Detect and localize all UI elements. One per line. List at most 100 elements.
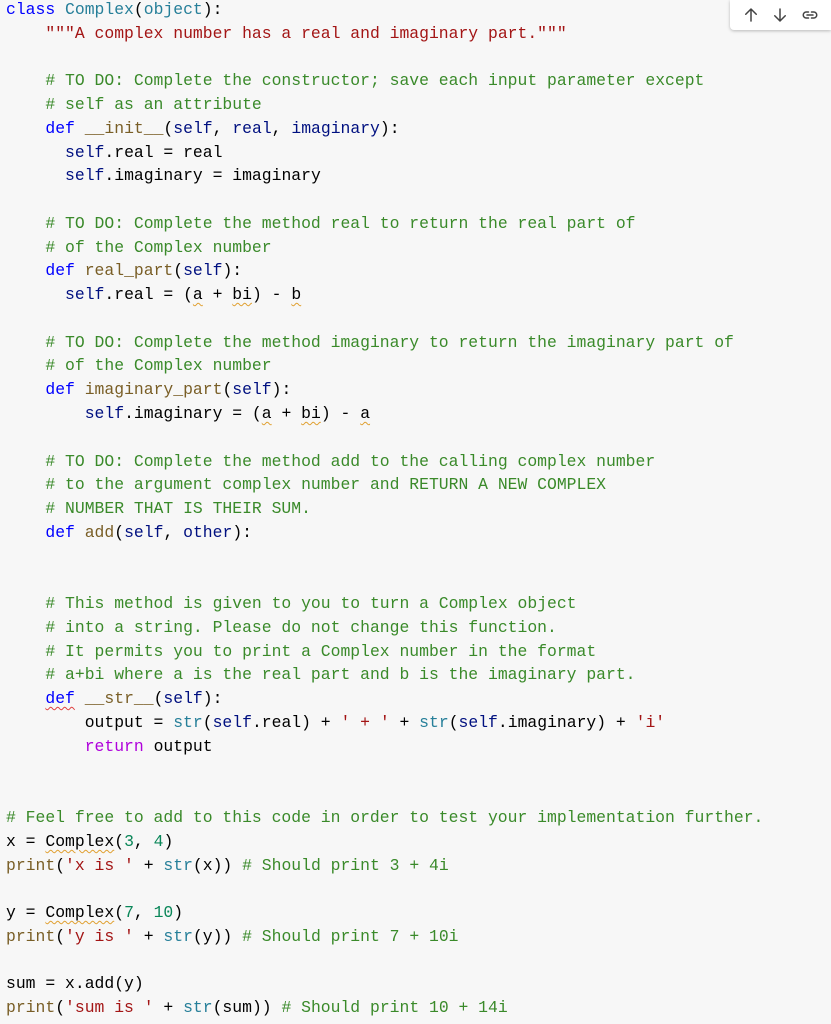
lint-warning-token: Complex xyxy=(45,903,115,923)
code-line[interactable]: # of the Complex number xyxy=(6,354,763,378)
code-line[interactable]: def __init__(self, real, imaginary): xyxy=(6,117,763,141)
code-editor[interactable]: class Complex(object): """A complex numb… xyxy=(6,0,763,1020)
parameter: other xyxy=(183,522,233,542)
code-text: ( xyxy=(202,712,213,732)
code-line[interactable]: # TO DO: Complete the method imaginary t… xyxy=(6,331,763,355)
self-token: self xyxy=(173,118,213,138)
code-line[interactable] xyxy=(6,568,763,592)
comment: # a+bi where a is the real part and b is… xyxy=(45,665,636,685)
code-line[interactable]: def real_part(self): xyxy=(6,259,763,283)
code-text: ( xyxy=(114,903,125,923)
code-line[interactable] xyxy=(6,545,763,569)
code-line[interactable]: # This method is given to you to turn a … xyxy=(6,592,763,616)
code-text: .imaginary = ( xyxy=(124,404,262,424)
lint-warning-token: a xyxy=(192,285,203,305)
code-line[interactable]: # TO DO: Complete the method add to the … xyxy=(6,450,763,474)
code-line[interactable]: self.real = real xyxy=(6,141,763,165)
comment: # of the Complex number xyxy=(45,237,272,257)
code-line[interactable]: # of the Complex number xyxy=(6,236,763,260)
code-line[interactable]: def __str__(self): xyxy=(6,687,763,711)
code-text: ): xyxy=(202,689,223,709)
code-line[interactable]: sum = x.add(y) xyxy=(6,972,763,996)
code-line[interactable]: self.imaginary = imaginary xyxy=(6,164,763,188)
code-line[interactable]: def imaginary_part(self): xyxy=(6,378,763,402)
code-line[interactable]: y = Complex(7, 10) xyxy=(6,901,763,925)
code-line[interactable]: # Feel free to add to this code in order… xyxy=(6,806,763,830)
arrow-up-icon xyxy=(744,8,757,22)
self-token: self xyxy=(458,712,498,732)
code-line[interactable] xyxy=(6,782,763,806)
string-literal: 'y is ' xyxy=(65,926,134,946)
code-line[interactable]: """A complex number has a real and imagi… xyxy=(6,22,763,46)
code-line[interactable]: self.real = (a + bi) - b xyxy=(6,283,763,307)
parameter: imaginary xyxy=(291,118,380,138)
move-cell-down-button[interactable] xyxy=(768,3,792,27)
number-literal: 4 xyxy=(153,831,164,851)
code-line[interactable]: x = Complex(3, 4) xyxy=(6,830,763,854)
self-token: self xyxy=(124,522,164,542)
function-name: print xyxy=(6,926,56,946)
comment: # This method is given to you to turn a … xyxy=(45,594,577,614)
code-line[interactable]: # TO DO: Complete the constructor; save … xyxy=(6,69,763,93)
code-line[interactable] xyxy=(6,307,763,331)
code-text: .real) + xyxy=(251,712,341,732)
code-line[interactable]: # NUMBER THAT IS THEIR SUM. xyxy=(6,497,763,521)
arrow-down-icon xyxy=(774,8,787,22)
string-literal: 'sum is ' xyxy=(65,998,154,1018)
code-line[interactable] xyxy=(6,188,763,212)
lint-warning-token: a xyxy=(360,404,371,424)
code-line[interactable]: # a+bi where a is the real part and b is… xyxy=(6,663,763,687)
code-line[interactable]: return output xyxy=(6,735,763,759)
code-line[interactable]: class Complex(object): xyxy=(6,0,763,22)
self-token: self xyxy=(65,285,105,305)
code-line[interactable]: output = str(self.real) + ' + ' + str(se… xyxy=(6,711,763,735)
code-line[interactable]: print('y is ' + str(y)) # Should print 7… xyxy=(6,925,763,949)
code-line[interactable] xyxy=(6,46,763,70)
code-text: ) - xyxy=(251,285,292,305)
code-line[interactable]: print('x is ' + str(x)) # Should print 3… xyxy=(6,854,763,878)
code-line[interactable] xyxy=(6,426,763,450)
code-line[interactable]: # into a string. Please do not change th… xyxy=(6,616,763,640)
code-line[interactable]: self.imaginary = (a + bi) - a xyxy=(6,402,763,426)
parameter: real xyxy=(232,118,272,138)
class-name: object xyxy=(143,0,203,19)
code-cell[interactable]: class Complex(object): """A complex numb… xyxy=(0,0,831,1024)
code-text: ): xyxy=(202,0,223,19)
code-line[interactable]: # self as an attribute xyxy=(6,93,763,117)
lint-warning-token: bi xyxy=(232,285,252,305)
builtin: str xyxy=(173,712,203,732)
link-to-cell-button[interactable] xyxy=(798,3,822,27)
code-text: ( xyxy=(153,689,164,709)
code-text: sum = x.add(y) xyxy=(6,974,144,994)
code-text: (sum)) xyxy=(212,998,282,1018)
function-name: add xyxy=(84,522,115,542)
builtin: str xyxy=(183,998,213,1018)
code-text: ): xyxy=(222,261,243,281)
code-line[interactable]: # to the argument complex number and RET… xyxy=(6,473,763,497)
self-token: self xyxy=(65,142,105,162)
code-line[interactable]: # It permits you to print a Complex numb… xyxy=(6,640,763,664)
self-token: self xyxy=(65,166,105,186)
code-line[interactable]: def add(self, other): xyxy=(6,521,763,545)
code-line[interactable] xyxy=(6,759,763,783)
code-line[interactable]: print('sum is ' + str(sum)) # Should pri… xyxy=(6,996,763,1020)
comment: # TO DO: Complete the constructor; save … xyxy=(45,71,705,91)
comment: # Should print 10 + 14i xyxy=(281,998,508,1018)
code-line[interactable]: # TO DO: Complete the method real to ret… xyxy=(6,212,763,236)
code-line[interactable] xyxy=(6,949,763,973)
lint-warning-token: bi xyxy=(301,404,321,424)
builtin: str xyxy=(163,855,193,875)
keyword: return xyxy=(84,736,144,756)
code-text: ) - xyxy=(320,404,361,424)
code-line[interactable] xyxy=(6,877,763,901)
code-text: , xyxy=(212,118,233,138)
move-cell-up-button[interactable] xyxy=(739,3,763,27)
code-text: .imaginary) + xyxy=(497,712,636,732)
